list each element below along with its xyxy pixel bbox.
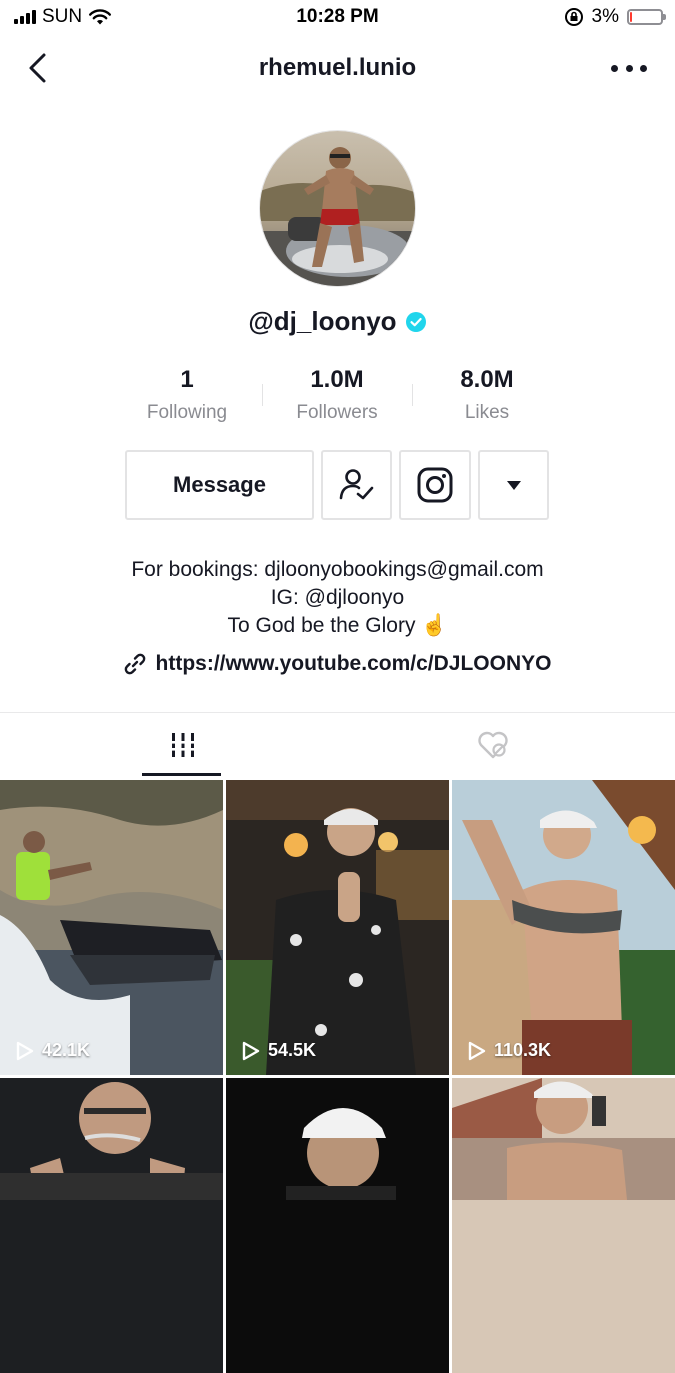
battery-icon xyxy=(627,9,666,25)
video-image xyxy=(0,780,223,1075)
bio-line-1: For bookings: djloonyobookings@gmail.com xyxy=(131,558,544,581)
page-title: rhemuel.lunio xyxy=(258,54,417,81)
suggested-accounts-button[interactable] xyxy=(478,450,549,520)
more-options-button[interactable] xyxy=(611,54,647,82)
video-image xyxy=(226,780,449,1075)
orientation-lock-icon xyxy=(564,8,583,26)
play-outline-icon xyxy=(468,1041,486,1060)
video-thumbnail[interactable] xyxy=(226,1078,449,1373)
bio: For bookings: djloonyobookings@gmail.com… xyxy=(0,556,675,640)
video-image xyxy=(0,1078,223,1373)
top-nav: rhemuel.lunio xyxy=(0,36,675,100)
bio-line-2: IG: @djloonyo xyxy=(270,586,405,609)
verified-check-icon xyxy=(405,311,426,332)
bio-line-3: To God be the Glory ☝️ xyxy=(227,614,448,637)
message-button-label: Message xyxy=(173,472,266,497)
profile-link[interactable]: https://www.youtube.com/c/DJLOONYO xyxy=(0,652,675,676)
tab-liked[interactable] xyxy=(324,713,661,777)
view-count: 110.3K xyxy=(468,1040,551,1061)
profile-link-text: https://www.youtube.com/c/DJLOONYO xyxy=(155,652,552,675)
instagram-icon xyxy=(417,467,453,503)
video-image xyxy=(226,1078,449,1373)
username-row: @dj_loonyo xyxy=(0,306,675,337)
view-count-text: 42.1K xyxy=(42,1040,91,1060)
stat-likes[interactable]: 8.0M Likes xyxy=(412,366,562,424)
video-image xyxy=(452,1078,675,1373)
battery-percent: 3% xyxy=(591,6,619,27)
message-button[interactable]: Message xyxy=(125,450,314,520)
followers-count: 1.0M xyxy=(310,366,364,393)
user-check-icon xyxy=(339,469,373,500)
likes-label: Likes xyxy=(464,402,510,423)
video-thumbnail[interactable]: 110.3K xyxy=(452,780,675,1075)
view-count: 42.1K xyxy=(16,1040,90,1061)
tab-videos[interactable] xyxy=(14,713,351,777)
video-thumbnail[interactable]: 54.5K xyxy=(226,780,449,1075)
video-thumbnail[interactable] xyxy=(452,1078,675,1373)
play-outline-icon xyxy=(242,1041,260,1060)
status-bar: SUN 10:28 PM 3% xyxy=(0,0,675,36)
following-toggle-button[interactable] xyxy=(321,450,392,520)
video-thumbnail[interactable]: 42.1K xyxy=(0,780,223,1075)
avatar[interactable] xyxy=(259,130,416,287)
videos-grid-icon xyxy=(168,733,197,757)
username: @dj_loonyo xyxy=(248,306,397,336)
video-thumbnail[interactable] xyxy=(0,1078,223,1373)
instagram-button[interactable] xyxy=(399,450,471,520)
ellipsis-icon xyxy=(611,64,618,72)
avatar-image xyxy=(260,131,415,286)
view-count-text: 110.3K xyxy=(494,1040,552,1060)
followers-label: Followers xyxy=(296,402,378,423)
view-count-text: 54.5K xyxy=(268,1040,317,1060)
caret-down-icon xyxy=(506,481,521,490)
active-tab-indicator xyxy=(142,773,221,776)
play-outline-icon xyxy=(16,1041,34,1060)
liked-hidden-icon xyxy=(477,731,508,759)
view-count: 54.5K xyxy=(242,1040,316,1061)
following-label: Following xyxy=(146,402,228,423)
battery-group: 3% xyxy=(564,6,666,28)
following-count: 1 xyxy=(180,366,194,393)
video-image xyxy=(452,780,675,1075)
stat-followers[interactable]: 1.0M Followers xyxy=(262,366,412,424)
stat-following[interactable]: 1 Following xyxy=(112,366,262,424)
link-icon xyxy=(124,653,145,675)
likes-count: 8.0M xyxy=(460,366,514,393)
